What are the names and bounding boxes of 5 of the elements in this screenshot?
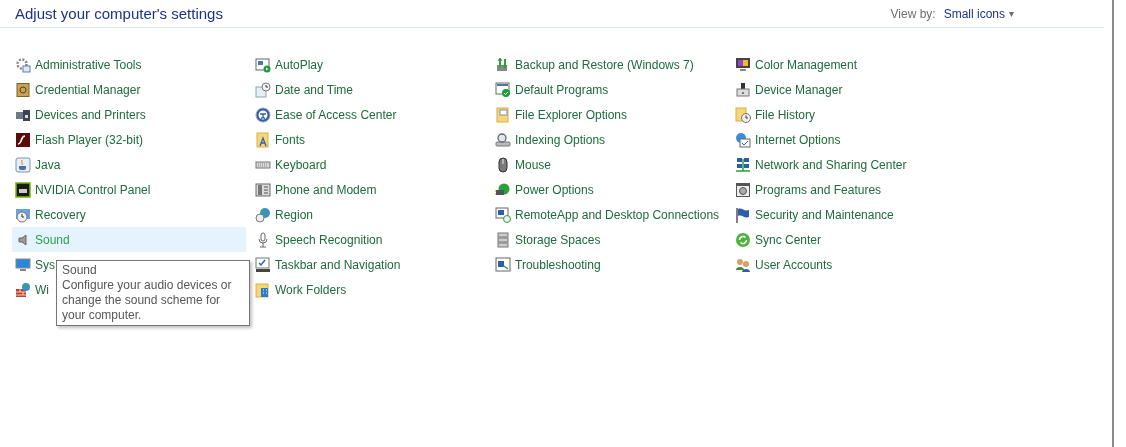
caret-icon: ▾ [1009,6,1014,21]
view-by-label: View by: [890,5,936,23]
tooltip-title: Sound [62,263,98,278]
page-title: Adjust your computer's settings [15,6,223,21]
tooltip-text: Configure your audio devices or change the sound scheme for your computer. [62,278,233,323]
